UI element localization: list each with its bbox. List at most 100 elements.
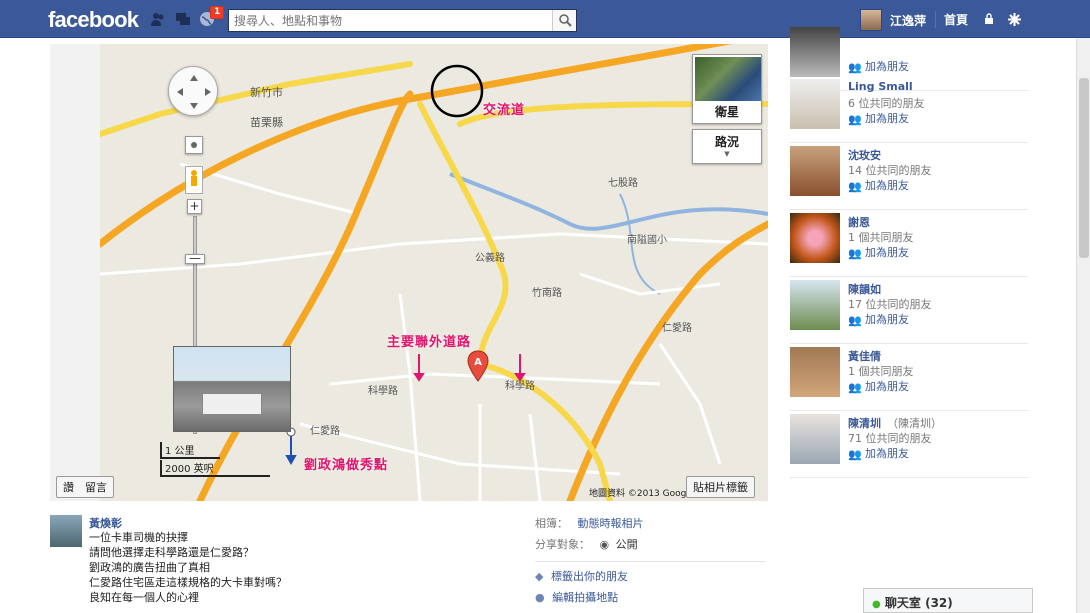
zoom-slider-handle[interactable]: — [185,252,205,264]
add-friend-icon: 👥 [848,314,862,327]
friend-photo[interactable] [790,27,840,77]
place-label: 七股路 [608,178,638,189]
add-friend-button[interactable]: 👥 加為朋友 [848,177,909,193]
add-friend-button[interactable]: 👥 加為朋友 [848,58,909,74]
scale-metric: 1 公里 [160,442,220,459]
scrollbar-thumb[interactable] [1079,78,1089,258]
add-friend-icon: 👥 [848,381,862,394]
map-scale: 1 公里 2000 英呎 [160,442,270,477]
add-friend-icon: 👥 [848,247,862,260]
album-row: 相簿： 動態時報相片 [535,515,765,536]
search-box [228,9,577,32]
mutual-friends[interactable]: 17 位共同的朋友 [848,296,932,312]
location-pin-icon: ● [535,591,545,604]
friend-name[interactable]: 謝恩 [848,214,870,230]
friend-photo[interactable] [790,79,840,129]
map-locate-button[interactable] [185,136,203,154]
facebook-logo[interactable]: facebook [48,7,139,33]
friend-name[interactable]: 陳清圳 [848,417,881,430]
place-label: 仁愛路 [662,323,692,334]
edit-location-link[interactable]: 編輯拍攝地點 [552,591,618,604]
traffic-label: 路況 [714,135,739,149]
friend-name[interactable]: Ling Small [848,80,913,93]
locate-icon [191,142,197,148]
add-friend-button[interactable]: 👥 加為朋友 [848,378,909,394]
share-value[interactable]: 公開 [616,538,638,551]
page-scrollbar[interactable] [1076,38,1090,613]
share-label: 分享對象： [535,538,590,551]
friend-photo[interactable] [790,146,840,196]
photo-caption: 一位卡車司機的抉擇 請問他選擇走科學路還是仁愛路？ 劉政鴻的廣告扭曲了真相 仁愛… [89,530,287,605]
friend-photo[interactable] [790,347,840,397]
friend-name[interactable]: 沈玫安 [848,147,881,163]
friend-alias: （陳清圳） [887,417,942,430]
tag-friends-link[interactable]: 標籤出你的朋友 [551,570,628,583]
friend-photo[interactable] [790,213,840,263]
like-comment-button[interactable]: 讚 留言 [56,476,114,498]
friend-suggestion: 黃佳倩 1 個共同朋友 👥 加為朋友 [790,344,1028,411]
friend-name[interactable]: 陳韻如 [848,281,881,297]
caption-line: 仁愛路住宅區走這樣規格的大卡車對嗎？ [89,576,287,589]
mutual-friends[interactable]: 6 位共同的朋友 [848,95,925,111]
tag-icon: ◆ [535,570,544,583]
svg-text:A: A [474,357,482,368]
friend-photo[interactable] [790,280,840,330]
add-friend-button[interactable]: 👥 加為朋友 [848,311,909,327]
album-label: 相簿： [535,517,568,530]
place-label: 南隘國小 [627,235,667,246]
place-label: 苗栗縣 [250,116,283,129]
share-row: 分享對象： ◉ 公開 [535,536,765,557]
pan-arrows-icon [177,75,211,109]
mutual-friends[interactable]: 71 位共同的朋友 [848,430,932,446]
add-friend-icon: 👥 [848,180,862,193]
album-link[interactable]: 動態時報相片 [578,517,644,530]
edit-location-row[interactable]: ● 編輯拍攝地點 [535,589,765,610]
tag-friends-row[interactable]: ◆ 標籤出你的朋友 [535,568,765,589]
chat-label: 聊天室 (32) [884,596,953,610]
search-button[interactable] [552,10,576,31]
add-friend-icon: 👥 [848,61,862,74]
satellite-button[interactable]: 衛星 [692,54,762,124]
friend-photo[interactable] [790,414,840,464]
place-label: 新竹市 [250,86,283,99]
mutual-friends[interactable]: 1 個共同朋友 [848,363,914,379]
friend-suggestion: 謝恩 1 個共同朋友 👥 加為朋友 [790,210,1028,277]
tag-photo-button[interactable]: 貼相片標籤 [686,476,755,498]
add-friend-button[interactable]: 👥 加為朋友 [848,445,909,461]
search-input[interactable] [229,10,549,31]
notifications-count-badge[interactable]: 1 [210,6,225,19]
truck-graphic [202,393,262,415]
add-friend-icon: 👥 [848,448,862,461]
map-pan-control[interactable] [168,66,218,116]
caption-line: 請問他選擇走科學路還是仁愛路？ [89,546,254,559]
pegman-icon[interactable] [185,166,203,194]
add-friend-icon: 👥 [848,113,862,126]
chat-status-icon: ● [872,599,881,610]
street-view-thumbnail[interactable] [173,346,291,432]
chevron-down-icon: ▼ [724,150,730,158]
place-label: 仁愛路 [310,426,340,437]
globe-icon: ◉ [599,538,610,551]
author-name[interactable]: 黃煥彰 [89,515,122,531]
mutual-friends[interactable]: 14 位共同的朋友 [848,162,932,178]
annotation-show-point: 劉政鴻做秀點 [304,458,389,473]
divider [535,561,765,562]
add-friend-button[interactable]: 👥 加為朋友 [848,244,909,260]
traffic-button[interactable]: 路況 ▼ [692,129,762,164]
caption-line: 良知在每一個人的心裡 [89,591,199,604]
scale-imperial: 2000 英呎 [160,460,270,477]
zoom-in-button[interactable]: + [187,199,202,214]
map-image: 交流道 主要聯外道路 劉政鴻做秀點 + — 衛星 路況 ▼ 新竹市 苗栗縣 科學… [100,44,768,501]
chat-bar[interactable]: ● 聊天室 (32) [863,588,1033,613]
friend-suggestion: 陳清圳 （陳清圳） 71 位共同的朋友 👥 加為朋友 [790,411,1028,478]
place-label: 科學路 [368,386,398,397]
author-avatar[interactable] [50,515,82,547]
messages-icon[interactable] [175,11,191,27]
friend-name[interactable]: 黃佳倩 [848,348,881,364]
friend-requests-icon[interactable] [150,11,166,27]
friend-suggestion: 沈玫安 14 位共同的朋友 👥 加為朋友 [790,143,1028,210]
map-marker-icon[interactable]: A [467,350,489,382]
search-icon [559,14,572,27]
mutual-friends[interactable]: 1 個共同朋友 [848,229,914,245]
add-friend-button[interactable]: 👥 加為朋友 [848,110,909,126]
